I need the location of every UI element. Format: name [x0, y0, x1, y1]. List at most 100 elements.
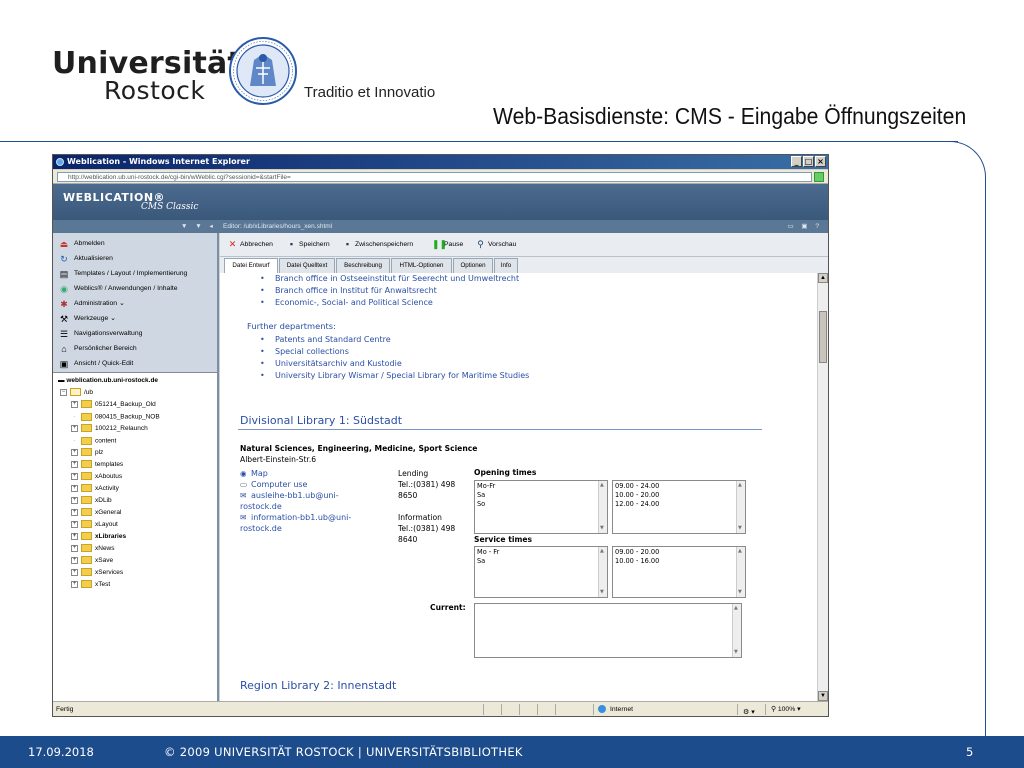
editor-path: Editor: /ub/xLibraries/hours_xen.shtml	[223, 223, 333, 230]
map-link[interactable]: Map	[251, 469, 268, 478]
menu-navigation[interactable]: ☰ Navigationsverwaltung	[59, 327, 142, 341]
tree-item[interactable]: + xNews	[71, 543, 115, 555]
editor-bar: ▼ ▼ ◂ Editor: /ub/xLibraries/hours_xen.s…	[53, 220, 828, 233]
computer-icon: ▭	[240, 480, 248, 489]
browser-titlebar: Weblication - Windows Internet Explorer …	[53, 155, 828, 169]
cancel-button[interactable]: ✕ Abbrechen	[228, 238, 273, 252]
tree-item[interactable]: + xAboutus	[71, 471, 122, 483]
service-days-textarea[interactable]: Mo - Fr Sa	[474, 546, 608, 598]
email-link-info[interactable]: information-bb1.ub@uni-	[251, 513, 351, 522]
minimize-button[interactable]: _	[791, 156, 802, 167]
scroll-thumb[interactable]	[819, 311, 827, 363]
opening-days-textarea[interactable]: Mo-Fr Sa So	[474, 480, 608, 534]
status-bar: Fertig Internet ⚙ ▾ ⚲ 100% ▾	[53, 701, 828, 716]
tree-item[interactable]: +051214_Backup_Old	[71, 399, 156, 411]
tree-item[interactable]: + xSave	[71, 555, 113, 567]
view-icon: ▣	[59, 359, 69, 369]
save-button[interactable]: ▪ Speichern	[287, 238, 330, 252]
globe-icon: ◉	[240, 469, 247, 478]
info-phone: Tel.:(0381) 498	[398, 524, 456, 533]
list-item[interactable]: Special collections	[275, 347, 349, 356]
slide-title: Web-Basisdienste: CMS - Eingabe Öffnungs…	[493, 103, 967, 129]
tree-item[interactable]: + xGeneral	[71, 507, 121, 519]
preview-button[interactable]: ⚲ Vorschau	[476, 238, 516, 252]
list-item[interactable]: University Library Wismar / Special Libr…	[275, 371, 529, 380]
current-textarea[interactable]	[474, 603, 742, 658]
list-item[interactable]: Economic-, Social- and Political Science	[275, 298, 433, 307]
tree-server[interactable]: ▬ weblication.ub.uni-rostock.de	[58, 375, 158, 387]
list-item[interactable]: Branch office in Institut für Anwaltsrec…	[275, 286, 437, 295]
pause-button[interactable]: ❚❚ Pause	[432, 238, 463, 252]
tree-item[interactable]: + xTest	[71, 579, 110, 591]
maximize-button[interactable]: □	[803, 156, 814, 167]
tree-item[interactable]: + templates	[71, 459, 123, 471]
tab-html-optionen[interactable]: HTML-Optionen	[391, 258, 452, 273]
tab-info[interactable]: Info	[494, 258, 518, 273]
tree-item-selected[interactable]: + xLibraries	[71, 531, 126, 543]
service-hours-textarea[interactable]: 09.00 - 20.00 10.00 - 16.00	[612, 546, 746, 598]
scroll-up-button[interactable]: ▲	[818, 273, 828, 283]
tree-item[interactable]: · content	[71, 435, 116, 447]
cancel-icon: ✕	[228, 239, 237, 249]
further-departments-heading: Further departments:	[247, 321, 336, 331]
menu-personal[interactable]: ⌂ Persönlicher Bereich	[59, 342, 136, 356]
app-header: WEBLICATION® CMS Classic	[53, 184, 828, 220]
info-label: Information	[398, 513, 442, 522]
tree-item[interactable]: · 080415_Backup_NOB	[71, 411, 160, 423]
panel-controls[interactable]: ▼ ▼ ◂	[181, 220, 216, 233]
tab-datei-quelltext[interactable]: Datei Quelltext	[279, 258, 335, 273]
current-label: Current:	[430, 603, 466, 612]
email-link-info-cont[interactable]: rostock.de	[240, 524, 282, 533]
template-icon: ▤	[59, 269, 69, 279]
tree-item[interactable]: + plz	[71, 447, 103, 459]
file-tree: ▬ weblication.ub.uni-rostock.de −/ub +05…	[53, 375, 217, 695]
menu-administration[interactable]: ✱ Administration ⌄	[59, 297, 124, 311]
protected-mode-icon[interactable]: ⚙ ▾	[743, 705, 755, 716]
menu-refresh[interactable]: ↻ Aktualisieren	[59, 252, 113, 266]
ie-icon	[56, 158, 64, 166]
footer: 17.09.2018 © 2009 UNIVERSITÄT ROSTOCK | …	[0, 736, 1024, 768]
save-draft-button[interactable]: ▪ Zwischenspeichern	[343, 238, 413, 252]
service-times-label: Service times	[474, 535, 533, 544]
menu-tools[interactable]: ⚒ Werkzeuge ⌄	[59, 312, 116, 326]
content-scrollbar[interactable]: ▲ ▼	[817, 273, 828, 701]
menu-logout[interactable]: ⏏ Abmelden	[59, 237, 105, 251]
list-item[interactable]: Universitätsarchiv and Kustodie	[275, 359, 402, 368]
tree-item[interactable]: + xServices	[71, 567, 123, 579]
browser-title: Weblication - Windows Internet Explorer	[67, 157, 250, 166]
tools-icon: ⚒	[59, 314, 69, 324]
list-item[interactable]: Patents and Standard Centre	[275, 335, 391, 344]
zoom-level[interactable]: ⚲ 100% ▾	[771, 702, 801, 716]
address-bar: http://weblication.ub.uni-rostock.de/cgi…	[53, 170, 828, 184]
pause-icon: ❚❚	[432, 239, 448, 249]
window-controls[interactable]: ▭ ▣ ?	[787, 220, 822, 233]
menu-view[interactable]: ▣ Ansicht / Quick-Edit	[59, 357, 134, 371]
list-item[interactable]: Branch office in Ostseeinstitut für Seer…	[275, 274, 519, 283]
computer-use-link[interactable]: Computer use	[251, 480, 307, 489]
opening-hours-textarea[interactable]: 09.00 - 24.00 10.00 - 20.00 12.00 - 24.0…	[612, 480, 746, 534]
frame-right-line	[985, 176, 986, 736]
tree-root[interactable]: −/ub	[60, 387, 93, 399]
menu-templates[interactable]: ▤ Templates / Layout / Implementierung	[59, 267, 188, 281]
tab-beschreibung[interactable]: Beschreibung	[336, 258, 390, 273]
close-button[interactable]: ×	[815, 156, 826, 167]
navigation-icon: ☰	[59, 329, 69, 339]
menu-weblics[interactable]: ◉ Weblics® / Anwendungen / Inhalte	[59, 282, 177, 296]
email-link-lending-cont[interactable]: rostock.de	[240, 502, 282, 511]
left-panel: ⏏ Abmelden ↻ Aktualisieren ▤ Templates / La…	[53, 233, 219, 701]
tree-item[interactable]: + xActivity	[71, 483, 119, 495]
email-link-lending[interactable]: ausleihe-bb1.ub@uni-	[251, 491, 339, 500]
slide: Universität Rostock Traditio et Innovati…	[0, 0, 1024, 768]
lending-phone: Tel.:(0381) 498	[398, 480, 456, 489]
scroll-down-button[interactable]: ▼	[818, 691, 828, 701]
tab-optionen[interactable]: Optionen	[453, 258, 493, 273]
tree-item[interactable]: + xDLib	[71, 495, 112, 507]
refresh-icon: ↻	[60, 254, 68, 264]
go-icon[interactable]	[814, 172, 824, 182]
tab-datei-entwurf[interactable]: Datei Entwurf	[224, 258, 278, 273]
tree-item[interactable]: +100212_Relaunch	[71, 423, 148, 435]
magnifier-icon: ⚲	[477, 239, 484, 249]
url-field[interactable]: http://weblication.ub.uni-rostock.de/cgi…	[57, 172, 812, 182]
tree-item[interactable]: + xLayout	[71, 519, 118, 531]
footer-copyright: © 2009 UNIVERSITÄT ROSTOCK | UNIVERSITÄT…	[164, 745, 523, 759]
